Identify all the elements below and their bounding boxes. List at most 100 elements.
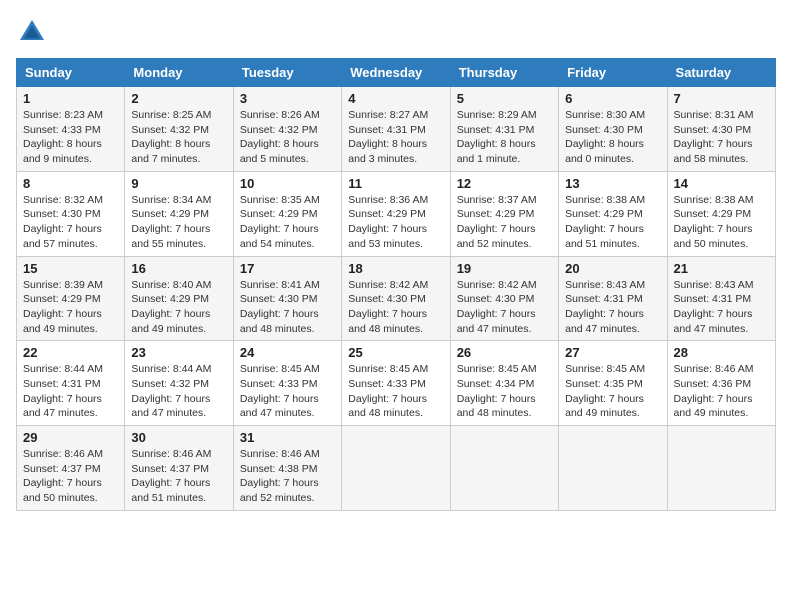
empty-cell (559, 426, 667, 511)
day-cell-11: 11 Sunrise: 8:36 AMSunset: 4:29 PMDayligh… (342, 171, 450, 256)
day-number: 23 (131, 345, 226, 360)
day-cell-13: 13Sunrise: 8:38 AMSunset: 4:29 PMDayligh… (559, 171, 667, 256)
day-info: Sunrise: 8:30 AMSunset: 4:30 PMDaylight:… (565, 108, 660, 167)
day-number: 22 (23, 345, 118, 360)
day-cell-27: 27Sunrise: 8:45 AMSunset: 4:35 PMDayligh… (559, 341, 667, 426)
day-cell-28: 28 Sunrise: 8:46 AMSunset: 4:36 PMDayligh… (667, 341, 775, 426)
day-info: Sunrise: 8:46 AMSunset: 4:38 PMDaylight:… (240, 447, 335, 506)
day-cell-31: 31 Sunrise: 8:46 AMSunset: 4:38 PMDayligh… (233, 426, 341, 511)
logo (16, 16, 52, 48)
day-info: Sunrise: 8:44 AMSunset: 4:31 PMDaylight:… (23, 362, 118, 421)
weekday-header-tuesday: Tuesday (233, 59, 341, 87)
day-cell-30: 30 Sunrise: 8:46 AMSunset: 4:37 PMDayligh… (125, 426, 233, 511)
page-header (16, 16, 776, 48)
empty-cell (667, 426, 775, 511)
weekday-header-saturday: Saturday (667, 59, 775, 87)
day-number: 7 (674, 91, 769, 106)
day-number: 12 (457, 176, 552, 191)
day-info: Sunrise: 8:35 AMSunset: 4:29 PMDaylight:… (240, 193, 335, 252)
day-cell-22: 22 Sunrise: 8:44 AMSunset: 4:31 PMDayligh… (17, 341, 125, 426)
day-number: 8 (23, 176, 118, 191)
day-cell-26: 26 Sunrise: 8:45 AMSunset: 4:34 PMDayligh… (450, 341, 558, 426)
day-info: Sunrise: 8:45 AMSunset: 4:33 PMDaylight:… (348, 362, 443, 421)
day-cell-1: 1 Sunrise: 8:23 AMSunset: 4:33 PMDaylight… (17, 87, 125, 172)
day-info: Sunrise: 8:37 AMSunset: 4:29 PMDaylight:… (457, 193, 552, 252)
day-info: Sunrise: 8:46 AMSunset: 4:37 PMDaylight:… (23, 447, 118, 506)
day-info: Sunrise: 8:27 AMSunset: 4:31 PMDaylight:… (348, 108, 443, 167)
day-number: 26 (457, 345, 552, 360)
day-info: Sunrise: 8:26 AMSunset: 4:32 PMDaylight:… (240, 108, 335, 167)
day-cell-2: 2Sunrise: 8:25 AMSunset: 4:32 PMDaylight… (125, 87, 233, 172)
day-number: 4 (348, 91, 443, 106)
day-number: 14 (674, 176, 769, 191)
calendar-week-4: 22 Sunrise: 8:44 AMSunset: 4:31 PMDayligh… (17, 341, 776, 426)
day-number: 18 (348, 261, 443, 276)
day-number: 21 (674, 261, 769, 276)
day-cell-14: 14Sunrise: 8:38 AMSunset: 4:29 PMDayligh… (667, 171, 775, 256)
day-cell-17: 17 Sunrise: 8:41 AMSunset: 4:30 PMDayligh… (233, 256, 341, 341)
day-info: Sunrise: 8:41 AMSunset: 4:30 PMDaylight:… (240, 278, 335, 337)
weekday-header-monday: Monday (125, 59, 233, 87)
weekday-header-friday: Friday (559, 59, 667, 87)
day-info: Sunrise: 8:29 AMSunset: 4:31 PMDaylight:… (457, 108, 552, 167)
day-cell-6: 6 Sunrise: 8:30 AMSunset: 4:30 PMDaylight… (559, 87, 667, 172)
empty-cell (342, 426, 450, 511)
day-number: 11 (348, 176, 443, 191)
day-info: Sunrise: 8:45 AMSunset: 4:34 PMDaylight:… (457, 362, 552, 421)
day-cell-25: 25 Sunrise: 8:45 AMSunset: 4:33 PMDayligh… (342, 341, 450, 426)
day-info: Sunrise: 8:43 AMSunset: 4:31 PMDaylight:… (565, 278, 660, 337)
day-info: Sunrise: 8:31 AMSunset: 4:30 PMDaylight:… (674, 108, 769, 167)
day-cell-7: 7 Sunrise: 8:31 AMSunset: 4:30 PMDaylight… (667, 87, 775, 172)
day-cell-8: 8 Sunrise: 8:32 AMSunset: 4:30 PMDaylight… (17, 171, 125, 256)
day-cell-3: 3 Sunrise: 8:26 AMSunset: 4:32 PMDaylight… (233, 87, 341, 172)
day-number: 6 (565, 91, 660, 106)
day-info: Sunrise: 8:44 AMSunset: 4:32 PMDaylight:… (131, 362, 226, 421)
day-cell-18: 18 Sunrise: 8:42 AMSunset: 4:30 PMDayligh… (342, 256, 450, 341)
day-cell-23: 23 Sunrise: 8:44 AMSunset: 4:32 PMDayligh… (125, 341, 233, 426)
day-info: Sunrise: 8:34 AMSunset: 4:29 PMDaylight:… (131, 193, 226, 252)
day-number: 30 (131, 430, 226, 445)
day-info: Sunrise: 8:46 AMSunset: 4:37 PMDaylight:… (131, 447, 226, 506)
day-info: Sunrise: 8:45 AMSunset: 4:33 PMDaylight:… (240, 362, 335, 421)
day-number: 29 (23, 430, 118, 445)
day-info: Sunrise: 8:23 AMSunset: 4:33 PMDaylight:… (23, 108, 118, 167)
day-info: Sunrise: 8:45 AMSunset: 4:35 PMDaylight:… (565, 362, 660, 421)
day-number: 3 (240, 91, 335, 106)
day-number: 9 (131, 176, 226, 191)
day-number: 2 (131, 91, 226, 106)
day-info: Sunrise: 8:36 AMSunset: 4:29 PMDaylight:… (348, 193, 443, 252)
day-info: Sunrise: 8:40 AMSunset: 4:29 PMDaylight:… (131, 278, 226, 337)
day-cell-12: 12 Sunrise: 8:37 AMSunset: 4:29 PMDayligh… (450, 171, 558, 256)
day-number: 5 (457, 91, 552, 106)
day-cell-21: 21 Sunrise: 8:43 AMSunset: 4:31 PMDayligh… (667, 256, 775, 341)
day-info: Sunrise: 8:42 AMSunset: 4:30 PMDaylight:… (348, 278, 443, 337)
day-cell-19: 19 Sunrise: 8:42 AMSunset: 4:30 PMDayligh… (450, 256, 558, 341)
day-number: 15 (23, 261, 118, 276)
day-number: 16 (131, 261, 226, 276)
day-cell-24: 24 Sunrise: 8:45 AMSunset: 4:33 PMDayligh… (233, 341, 341, 426)
day-cell-4: 4 Sunrise: 8:27 AMSunset: 4:31 PMDaylight… (342, 87, 450, 172)
calendar-table: SundayMondayTuesdayWednesdayThursdayFrid… (16, 58, 776, 511)
day-number: 19 (457, 261, 552, 276)
calendar-header: SundayMondayTuesdayWednesdayThursdayFrid… (17, 59, 776, 87)
logo-icon (16, 16, 48, 48)
weekday-header-thursday: Thursday (450, 59, 558, 87)
day-info: Sunrise: 8:32 AMSunset: 4:30 PMDaylight:… (23, 193, 118, 252)
day-number: 10 (240, 176, 335, 191)
day-number: 1 (23, 91, 118, 106)
day-info: Sunrise: 8:43 AMSunset: 4:31 PMDaylight:… (674, 278, 769, 337)
day-number: 20 (565, 261, 660, 276)
day-info: Sunrise: 8:39 AMSunset: 4:29 PMDaylight:… (23, 278, 118, 337)
day-info: Sunrise: 8:46 AMSunset: 4:36 PMDaylight:… (674, 362, 769, 421)
calendar-week-3: 15 Sunrise: 8:39 AMSunset: 4:29 PMDayligh… (17, 256, 776, 341)
day-cell-16: 16 Sunrise: 8:40 AMSunset: 4:29 PMDayligh… (125, 256, 233, 341)
day-info: Sunrise: 8:42 AMSunset: 4:30 PMDaylight:… (457, 278, 552, 337)
day-number: 24 (240, 345, 335, 360)
day-number: 25 (348, 345, 443, 360)
empty-cell (450, 426, 558, 511)
day-cell-29: 29 Sunrise: 8:46 AMSunset: 4:37 PMDayligh… (17, 426, 125, 511)
calendar-week-5: 29 Sunrise: 8:46 AMSunset: 4:37 PMDayligh… (17, 426, 776, 511)
day-number: 31 (240, 430, 335, 445)
day-number: 28 (674, 345, 769, 360)
day-number: 17 (240, 261, 335, 276)
